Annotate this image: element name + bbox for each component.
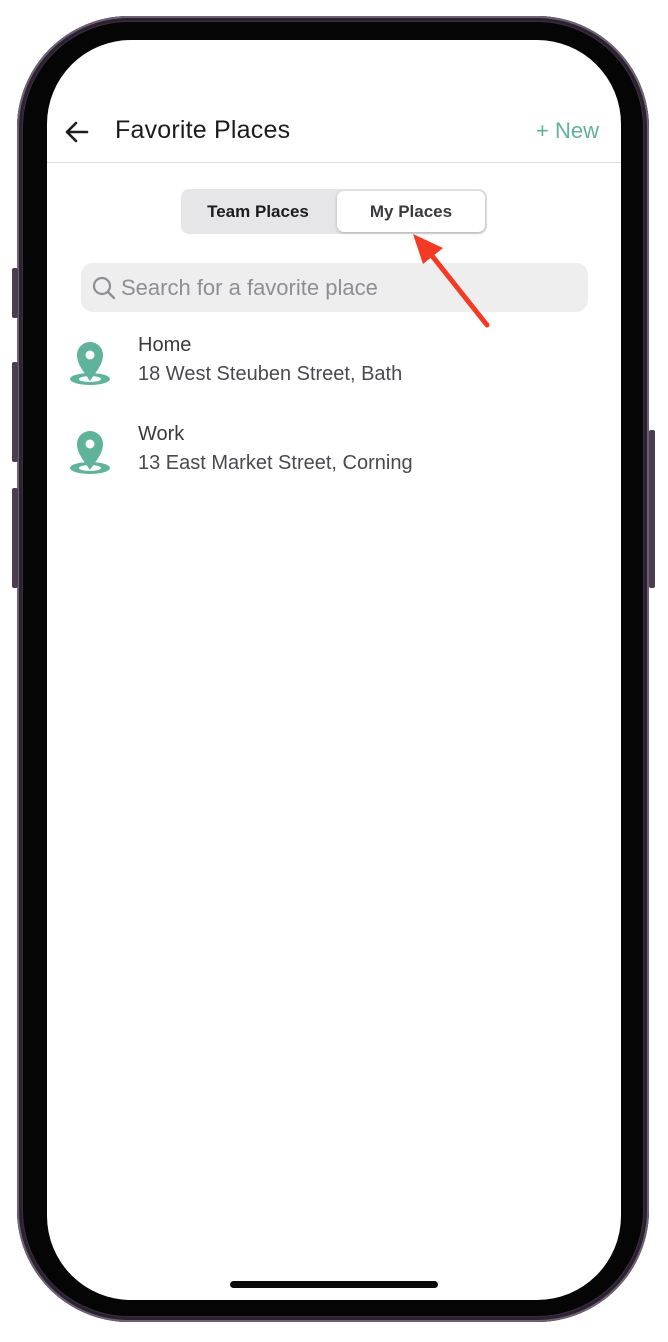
search-input[interactable]	[121, 263, 571, 312]
place-list-item-work[interactable]: Work 13 East Market Street, Corning	[47, 415, 621, 493]
app-screen: Favorite Places + New Team Places My Pla…	[47, 40, 621, 1300]
place-list-item-home[interactable]: Home 18 West Steuben Street, Bath	[47, 326, 621, 404]
place-name: Home	[138, 334, 192, 356]
navigation-bar: Favorite Places + New	[47, 102, 621, 163]
power-button	[649, 430, 655, 588]
map-pin-icon	[70, 342, 110, 385]
page-title: Favorite Places	[115, 116, 291, 144]
back-arrow-icon[interactable]	[63, 118, 91, 146]
silent-switch	[12, 268, 18, 318]
home-indicator[interactable]	[230, 1281, 438, 1288]
search-bar[interactable]	[81, 263, 588, 312]
place-address: 18 West Steuben Street, Bath	[138, 363, 403, 385]
places-segmented-control: Team Places My Places	[181, 189, 487, 234]
place-address: 13 East Market Street, Corning	[138, 452, 413, 474]
search-icon	[92, 276, 116, 300]
tab-team-places[interactable]: Team Places	[183, 191, 333, 232]
place-name: Work	[138, 423, 185, 445]
map-pin-icon	[70, 431, 110, 474]
volume-up-button	[12, 362, 18, 462]
tab-my-places[interactable]: My Places	[337, 191, 485, 232]
new-place-button[interactable]: + New	[536, 118, 599, 144]
volume-down-button	[12, 488, 18, 588]
